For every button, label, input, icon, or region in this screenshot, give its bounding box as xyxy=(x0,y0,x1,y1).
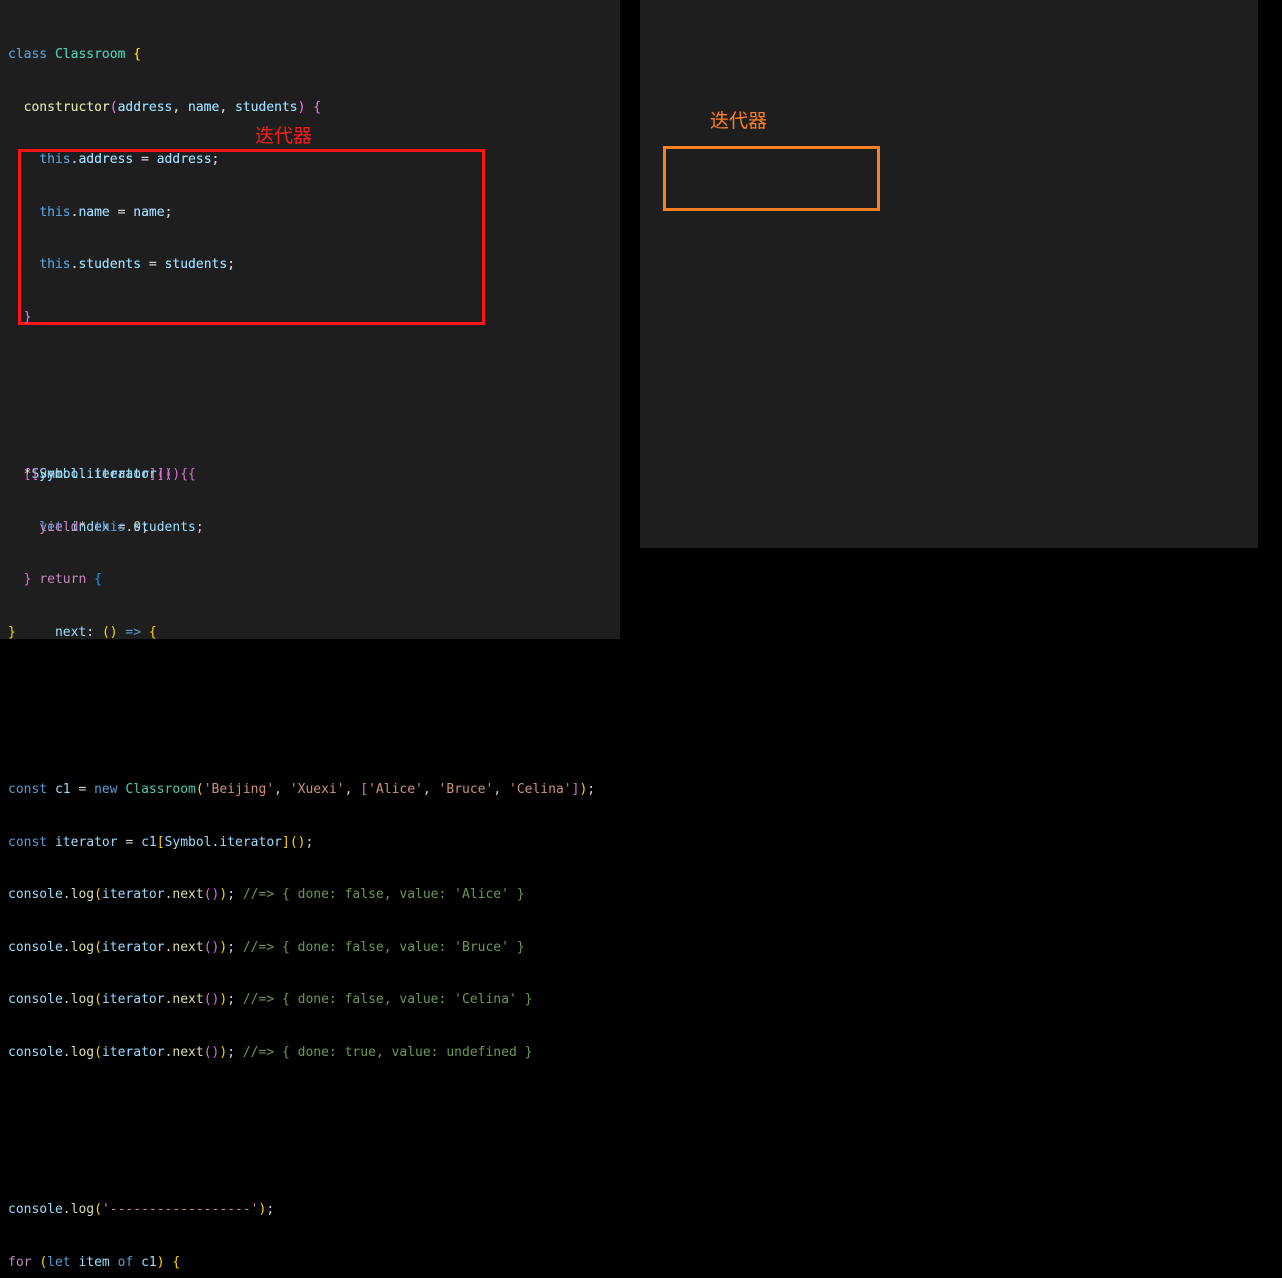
code-line: yield* this.students; xyxy=(39,519,204,535)
code-block-right[interactable]: class Classroom { constructor(address, n… xyxy=(8,11,595,1278)
annotation-label-right: 迭代器 xyxy=(710,110,768,132)
code-panel-right xyxy=(640,0,1258,548)
code-line: } xyxy=(23,309,32,325)
code-line: for (let item of c1) { xyxy=(8,1254,181,1270)
code-line: } xyxy=(8,624,16,640)
code-line: this.students = students; xyxy=(39,257,236,272)
code-line: console.log('------------------'); xyxy=(8,1202,275,1217)
code-line: console.log(iterator.next()); //=> { don… xyxy=(8,887,525,902)
code-line: const iterator = c1[Symbol.iterator](); xyxy=(8,834,314,850)
code-line: constructor(address, name, students) { xyxy=(23,99,322,115)
code-line: console.log(iterator.next()); //=> { don… xyxy=(8,939,525,955)
code-line: console.log(iterator.next()); //=> { don… xyxy=(8,992,533,1007)
code-line: *[Symbol.iterator]() { xyxy=(23,467,196,482)
code-line: console.log(iterator.next()); //=> { don… xyxy=(8,1044,533,1060)
code-line: this.name = name; xyxy=(39,204,173,220)
code-line: class Classroom { xyxy=(8,47,142,62)
code-line: this.address = address; xyxy=(39,152,220,167)
code-line: const c1 = new Classroom('Beijing', 'Xue… xyxy=(8,782,596,797)
code-line: } xyxy=(23,572,32,587)
